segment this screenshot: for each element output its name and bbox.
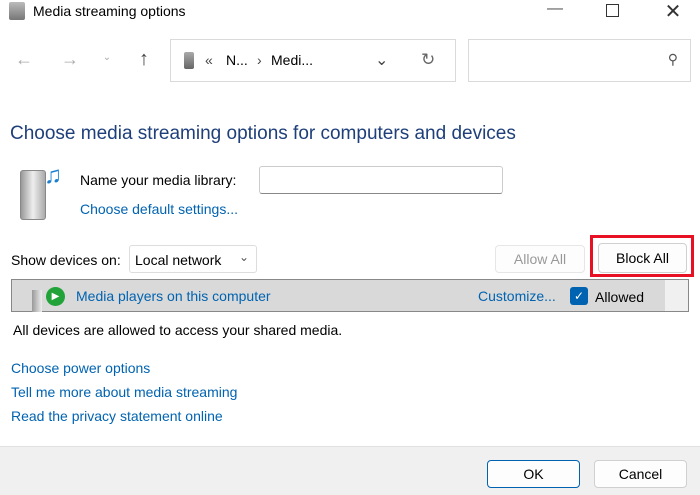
breadcrumb-overflow[interactable]: « <box>205 52 213 68</box>
ok-button[interactable]: OK <box>487 460 580 488</box>
refresh-icon[interactable]: ↻ <box>421 50 435 70</box>
search-icon: ⚲ <box>667 51 678 67</box>
allowed-checkbox[interactable]: ✓ <box>570 287 588 305</box>
search-box[interactable]: ⚲ <box>468 39 691 82</box>
library-name-input[interactable] <box>259 166 503 194</box>
close-icon[interactable]: ✕ <box>658 0 688 24</box>
power-options-link[interactable]: Choose power options <box>11 360 150 376</box>
library-name-label: Name your media library: <box>80 172 237 188</box>
address-bar[interactable]: « N... › Medi... ⌄ ↻ <box>170 39 456 82</box>
device-row[interactable]: ▶ Media players on this computer Customi… <box>12 280 665 312</box>
show-devices-select[interactable]: Local network ⌄ <box>129 245 257 273</box>
status-text: All devices are allowed to access your s… <box>13 322 343 338</box>
show-devices-value: Local network <box>135 252 222 268</box>
device-list: ▶ Media players on this computer Customi… <box>11 279 689 312</box>
allow-all-button[interactable]: Allow All <box>495 245 585 273</box>
cancel-button[interactable]: Cancel <box>594 460 687 488</box>
breadcrumb-item[interactable]: Medi... <box>271 52 313 68</box>
choose-default-settings-link[interactable]: Choose default settings... <box>80 201 238 217</box>
allowed-label: Allowed <box>595 289 645 305</box>
minimize-icon[interactable]: — <box>540 0 570 18</box>
maximize-icon[interactable] <box>606 4 619 17</box>
play-icon: ▶ <box>46 287 65 306</box>
breadcrumb-separator-icon: › <box>257 52 262 68</box>
device-icon <box>32 290 42 312</box>
customize-link[interactable]: Customize... <box>478 288 556 304</box>
device-name-link[interactable]: Media players on this computer <box>76 288 271 304</box>
show-devices-label: Show devices on: <box>11 252 121 268</box>
recent-chevron-icon[interactable]: ⌄ <box>100 52 114 63</box>
breadcrumb-item[interactable]: N... <box>226 52 248 68</box>
forward-icon[interactable]: → <box>58 49 82 70</box>
location-icon <box>184 52 194 69</box>
privacy-statement-link[interactable]: Read the privacy statement online <box>11 408 223 424</box>
up-icon[interactable]: ↑ <box>132 48 156 71</box>
music-note-icon: ♫ <box>44 162 62 189</box>
chevron-down-icon: ⌄ <box>238 250 249 264</box>
back-icon[interactable]: ← <box>12 49 36 70</box>
block-all-button[interactable]: Block All <box>598 243 687 273</box>
address-dropdown-icon[interactable]: ⌄ <box>375 50 388 70</box>
page-heading: Choose media streaming options for compu… <box>10 123 516 144</box>
media-library-icon <box>20 170 46 220</box>
app-icon <box>9 2 25 20</box>
window-title: Media streaming options <box>33 3 186 19</box>
media-streaming-info-link[interactable]: Tell me more about media streaming <box>11 384 237 400</box>
